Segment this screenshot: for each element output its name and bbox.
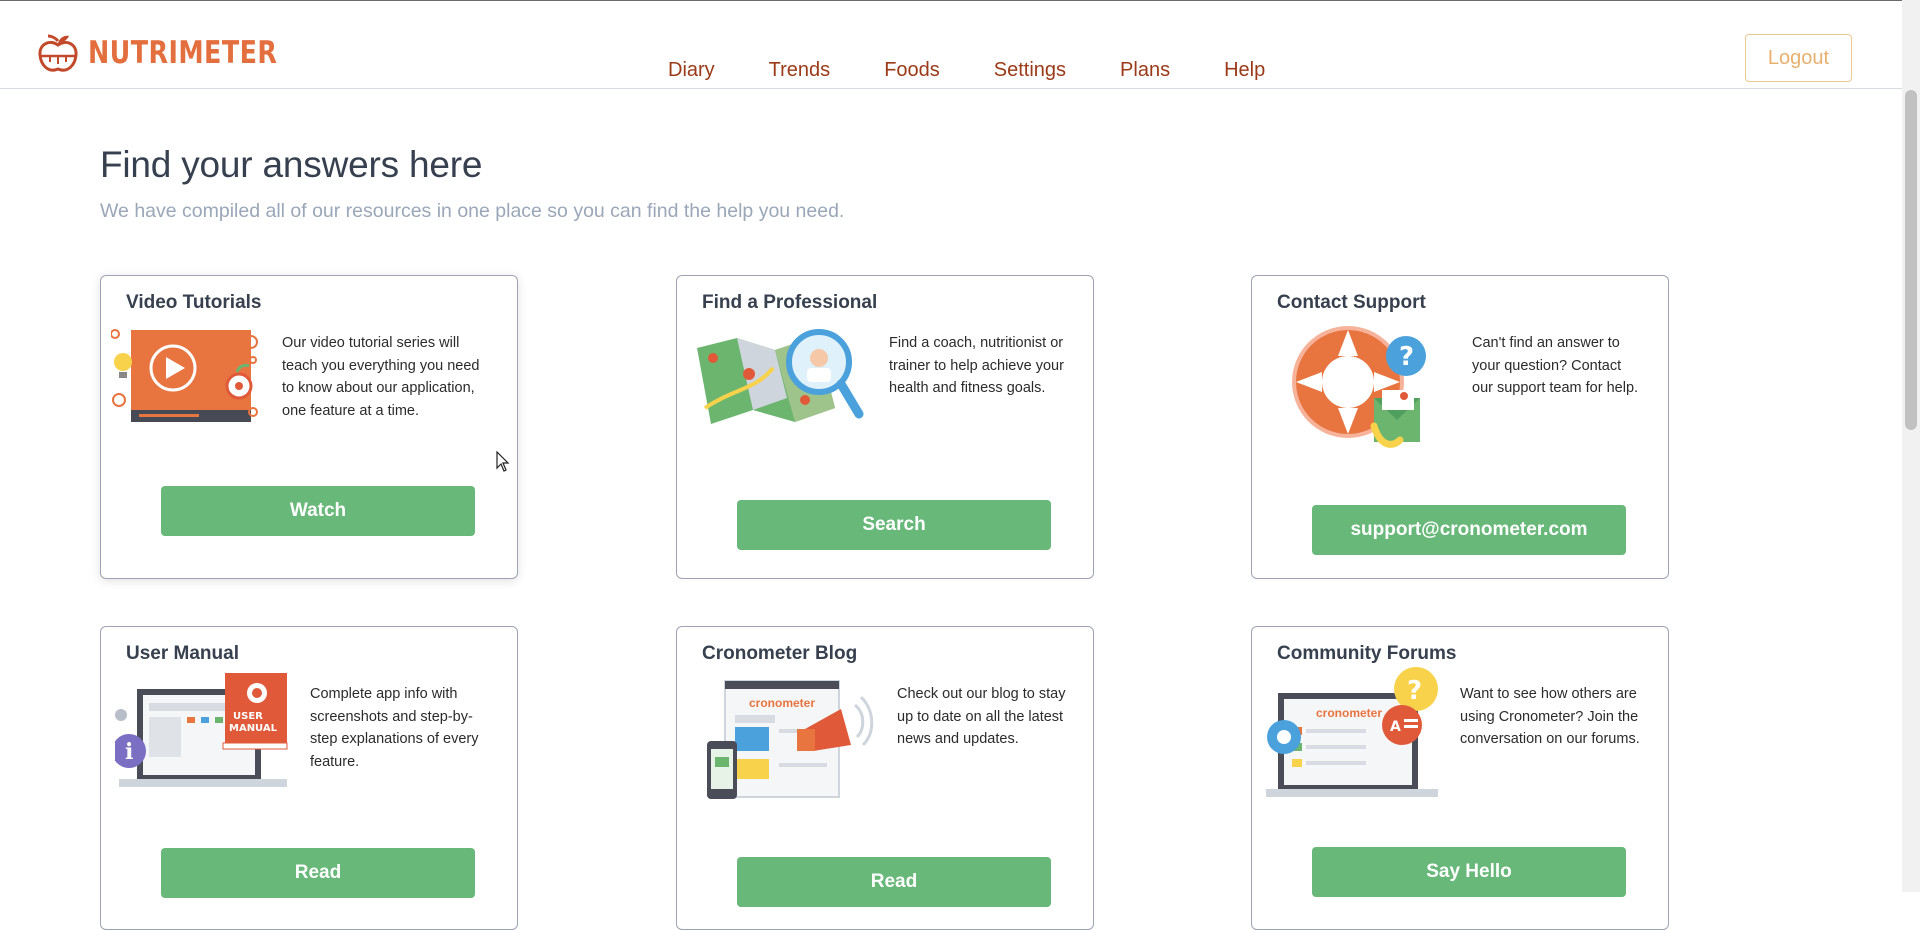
nav-settings[interactable]: Settings [994,59,1066,82]
main-nav: Diary Trends Foods Settings Plans Help [668,59,1319,82]
nav-plans[interactable]: Plans [1120,59,1170,82]
scrollbar-thumb[interactable] [1905,90,1917,430]
svg-text:i: i [125,739,133,765]
nav-help[interactable]: Help [1224,59,1265,82]
book-label-line1: USER [233,711,263,722]
user-manual-illustration: USER MANUAL i [115,673,288,787]
card-find-a-professional: Find a Professional Find a coach, nutrit… [676,275,1094,579]
card-video-tutorials: Video Tutorials Our video tutorial serie… [100,275,518,579]
logout-button[interactable]: Logout [1745,34,1852,82]
apple-logo-icon [38,34,78,72]
nav-diary[interactable]: Diary [668,59,715,82]
card-description: Want to see how others are using Cronome… [1460,686,1640,747]
support-email-button[interactable]: support@cronometer.com [1312,505,1626,555]
card-title: Contact Support [1277,292,1426,313]
card-description: Find a coach, nutritionist or trainer to… [889,335,1064,396]
page-title: Find your answers here [100,144,483,185]
card-contact-support: Contact Support ? Can't find an answer t… [1251,275,1669,579]
nav-trends[interactable]: Trends [769,59,831,82]
card-title: Video Tutorials [126,292,262,313]
card-title: User Manual [126,643,239,664]
watch-button[interactable]: Watch [161,486,475,536]
search-button[interactable]: Search [737,500,1051,550]
read-blog-button[interactable]: Read [737,857,1051,907]
card-description: Can't find an answer to your question? C… [1472,335,1639,396]
svg-text:?: ? [1407,676,1422,706]
card-cronometer-blog: Cronometer Blog cronometer Check out our… [676,626,1094,930]
card-title: Cronometer Blog [702,643,858,664]
card-description: Check out our blog to stay up to date on… [897,686,1066,747]
nutrimeter-logo[interactable]: NUTRIMETER [36,31,319,75]
lifebuoy-illustration: ? [1292,326,1426,448]
say-hello-button[interactable]: Say Hello [1312,847,1626,897]
page-subtitle: We have compiled all of our resources in… [100,200,845,222]
logo-text: NUTRIMETER [88,35,278,71]
card-description: Complete app info with screenshots and s… [310,686,479,770]
blog-megaphone-illustration: cronometer [707,680,874,799]
svg-text:A: A [1390,719,1401,735]
forum-brand-text: cronometer [1316,706,1382,720]
video-tutorial-illustration [111,329,258,422]
svg-text:?: ? [1399,342,1414,372]
forum-chat-illustration: cronometer ? A [1266,667,1438,797]
nav-foods[interactable]: Foods [884,59,940,82]
book-label-line2: MANUAL [229,723,278,734]
card-user-manual: User Manual USER MANUAL i Complete app i… [100,626,518,930]
card-title: Community Forums [1277,643,1457,664]
app-header: NUTRIMETER Diary Trends Foods Settings P… [0,1,1902,89]
card-community-forums: Community Forums cronometer ? A Want to … [1251,626,1669,930]
card-description: Our video tutorial series will teach you… [282,335,480,419]
map-magnifier-illustration [697,329,864,424]
blog-brand-text: cronometer [749,696,815,710]
mouse-cursor-icon [496,451,510,472]
card-title: Find a Professional [702,292,878,313]
read-manual-button[interactable]: Read [161,848,475,898]
